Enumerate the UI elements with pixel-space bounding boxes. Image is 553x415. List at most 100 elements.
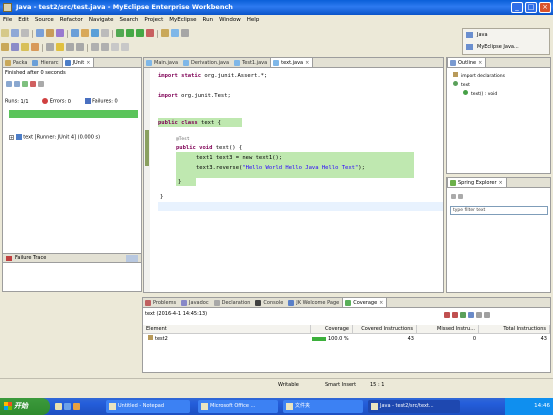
task-office[interactable]: Microsoft Office ... <box>198 400 278 413</box>
stop-icon[interactable] <box>30 81 36 87</box>
close-tab-icon[interactable]: × <box>86 60 90 66</box>
ie-icon[interactable] <box>64 403 71 410</box>
close-tab-icon[interactable]: × <box>305 60 309 66</box>
collapse-icon[interactable] <box>451 194 456 199</box>
link-icon[interactable] <box>458 194 463 199</box>
highlight-icon[interactable] <box>56 43 64 51</box>
menu-help[interactable]: Help <box>244 15 263 26</box>
menu-edit[interactable]: Edit <box>15 15 32 26</box>
compare-icon[interactable] <box>126 255 138 262</box>
tab-text-java[interactable]: text.java × <box>270 58 314 67</box>
view-menu-icon[interactable] <box>484 312 490 318</box>
perspective-myeclipse-java[interactable]: MyEclipse Java... <box>463 41 549 53</box>
block-select-icon[interactable] <box>66 43 74 51</box>
remove-all-icon[interactable] <box>452 312 458 318</box>
merge-icon[interactable] <box>468 312 474 318</box>
remove-session-icon[interactable] <box>444 312 450 318</box>
menu-refactor[interactable]: Refactor <box>57 15 86 26</box>
tab-javadoc[interactable]: Javadoc <box>179 298 212 307</box>
table-row[interactable]: test2 <box>145 335 311 344</box>
start-button[interactable]: 开始 <box>0 398 50 415</box>
print-icon[interactable] <box>21 29 29 37</box>
tab-declaration[interactable]: Declaration <box>212 298 254 307</box>
close-tab-icon[interactable]: × <box>499 180 503 186</box>
external-tools-icon[interactable] <box>146 29 154 37</box>
new-java-project-icon[interactable] <box>161 29 169 37</box>
menu-file[interactable]: File <box>0 15 15 26</box>
relaunch-icon[interactable] <box>460 312 466 318</box>
deploy-icon[interactable] <box>46 29 54 37</box>
col-missed[interactable]: Missed Instru... <box>417 325 479 334</box>
task-java[interactable]: 文件夹 <box>283 400 363 413</box>
tab-package-explorer[interactable]: Packa <box>3 58 30 67</box>
outline-item[interactable]: text() : void <box>453 90 505 99</box>
outline-item[interactable]: text <box>453 81 505 90</box>
menu-myeclipse[interactable]: MyEclipse <box>166 15 199 26</box>
close-tab-icon[interactable]: × <box>379 300 383 306</box>
next-annotation-icon[interactable] <box>91 43 99 51</box>
back-icon[interactable] <box>111 43 119 51</box>
col-element[interactable]: Element <box>143 325 311 334</box>
server-icon[interactable] <box>36 29 44 37</box>
tab-hierarchy[interactable]: Hierarc <box>30 58 61 67</box>
tab-derivation-java[interactable]: Derivation.java <box>181 58 232 67</box>
menu-source[interactable]: Source <box>32 15 57 26</box>
tab-problems[interactable]: Problems <box>143 298 179 307</box>
task-notepad[interactable]: Untitled - Notepad <box>106 400 190 413</box>
tab-console[interactable]: Console <box>253 298 286 307</box>
minimize-button[interactable]: _ <box>511 2 523 13</box>
tab-test1-java[interactable]: Test1.java <box>232 58 270 67</box>
build-icon[interactable] <box>71 29 79 37</box>
tab-coverage[interactable]: Coverage × <box>342 298 388 307</box>
history-icon[interactable] <box>38 81 44 87</box>
new-class-icon[interactable] <box>171 29 179 37</box>
toggle-mark-icon[interactable] <box>46 43 54 51</box>
close-button[interactable]: × <box>539 2 551 13</box>
run-icon[interactable] <box>126 29 134 37</box>
search-icon[interactable] <box>11 43 19 51</box>
annotation-icon[interactable] <box>21 43 29 51</box>
next-failure-icon[interactable] <box>6 81 12 87</box>
menu-run[interactable]: Run <box>200 15 217 26</box>
save-icon[interactable] <box>11 29 19 37</box>
menu-navigate[interactable]: Navigate <box>86 15 117 26</box>
perspective-java[interactable]: Java <box>463 29 549 41</box>
prev-failure-icon[interactable] <box>14 81 20 87</box>
spring-filter-input[interactable]: type filter text <box>450 206 548 215</box>
media-icon[interactable] <box>73 403 80 410</box>
tab-outline[interactable]: Outline × <box>447 58 487 67</box>
tab-main-java[interactable]: Main.java <box>144 58 181 67</box>
rerun-icon[interactable] <box>22 81 28 87</box>
pencil-icon[interactable] <box>31 43 39 51</box>
outline-item[interactable]: import declarations <box>453 72 505 81</box>
menu-project[interactable]: Project <box>141 15 166 26</box>
menu-window[interactable]: Window <box>216 15 244 26</box>
forward-icon[interactable] <box>121 43 129 51</box>
whitespace-icon[interactable] <box>76 43 84 51</box>
col-total[interactable]: Total Instructions <box>479 325 550 334</box>
tab-spring-explorer[interactable]: Spring Explorer × <box>447 178 507 187</box>
tab-welcome[interactable]: JK Welcome Page <box>286 298 342 307</box>
tab-junit[interactable]: JUnit × <box>61 58 95 67</box>
expand-icon[interactable]: + <box>9 134 14 140</box>
prev-annotation-icon[interactable] <box>101 43 109 51</box>
new-icon[interactable] <box>1 29 9 37</box>
tool-icon[interactable] <box>101 29 109 37</box>
code-area[interactable]: import static org.junit.Assert.*; import… <box>158 68 443 292</box>
maximize-button[interactable]: □ <box>525 2 537 13</box>
debug-icon[interactable] <box>116 29 124 37</box>
menu-search[interactable]: Search <box>117 15 142 26</box>
globe-icon[interactable] <box>91 29 99 37</box>
browser-icon[interactable] <box>56 29 64 37</box>
coverage-icon[interactable] <box>136 29 144 37</box>
junit-tree-item[interactable]: text [Runner: JUnit 4] (0.000 s) <box>23 135 100 141</box>
col-covered[interactable]: Covered Instructions <box>353 325 417 334</box>
database-icon[interactable] <box>81 29 89 37</box>
open-type-icon[interactable] <box>181 29 189 37</box>
close-tab-icon[interactable]: × <box>478 60 482 66</box>
collapse-all-icon[interactable] <box>476 312 482 318</box>
task-eclipse[interactable]: Java - test2/src/text... <box>368 400 460 413</box>
open-folder-icon[interactable] <box>1 43 9 51</box>
desktop-icon[interactable] <box>55 403 62 410</box>
clock[interactable]: 14:46 <box>534 403 550 409</box>
